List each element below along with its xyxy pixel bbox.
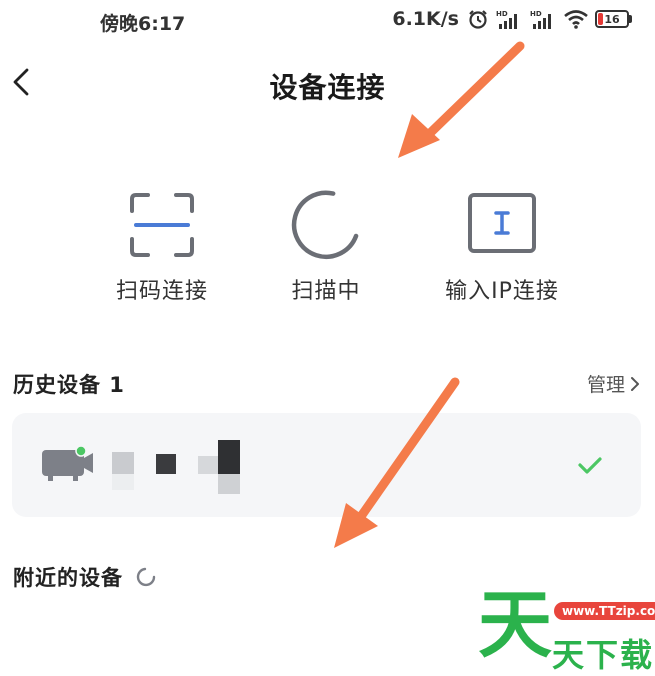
header: 设备连接 [0, 50, 655, 114]
chevron-right-icon [631, 376, 639, 391]
battery-icon: 16 [595, 10, 632, 28]
watermark-url: www.TTzip.com [554, 602, 655, 620]
battery-level: 16 [604, 12, 620, 26]
masked-device-name [112, 440, 252, 500]
page-title: 设备连接 [269, 71, 386, 104]
status-time: 傍晚6:17 [100, 13, 186, 35]
status-indicators: 6.1K/s HD HD 16 [392, 8, 632, 30]
hd-signal-icon: HD [530, 10, 551, 29]
history-devices-title: 历史设备 1 [13, 373, 125, 397]
nearby-devices-title: 附近的设备 [13, 566, 123, 590]
svg-text:HD: HD [530, 10, 542, 18]
loading-spinner-icon [136, 567, 156, 587]
watermark-name: 天下载 [552, 636, 655, 674]
check-icon [578, 457, 602, 474]
manage-link[interactable]: 管理 [587, 370, 641, 397]
wifi-icon [564, 10, 588, 29]
tv-icon [42, 445, 93, 481]
ip-connect-label: 输入IP连接 [445, 279, 559, 304]
hd-signal-icon: HD [496, 10, 517, 29]
network-speed: 6.1K/s [392, 8, 459, 30]
connect-actions: 扫码连接 扫描中 输入IP连接 [0, 185, 655, 315]
scanning-label: 扫描中 [291, 279, 361, 304]
nearby-devices-section: 附近的设备 [13, 562, 157, 592]
ip-connect-button[interactable]: 输入IP连接 [422, 185, 582, 305]
site-watermark: 天 www.TTzip.com 天下载 [478, 588, 655, 674]
scanning-button[interactable]: 扫描中 [246, 185, 406, 305]
scan-qr-connect-label: 扫码连接 [115, 279, 208, 304]
scan-qr-connect-button[interactable]: 扫码连接 [82, 185, 242, 305]
svg-text:HD: HD [496, 10, 508, 18]
ip-input-icon [468, 193, 536, 253]
alarm-icon [469, 10, 487, 29]
history-device-item[interactable] [12, 413, 641, 517]
status-bar: 傍晚6:17 6.1K/s HD HD 16 [0, 0, 655, 44]
loading-ring-icon [291, 190, 359, 259]
manage-label: 管理 [586, 374, 625, 396]
watermark-logo-char: 天 [478, 582, 552, 668]
scan-frame-icon [130, 193, 194, 257]
